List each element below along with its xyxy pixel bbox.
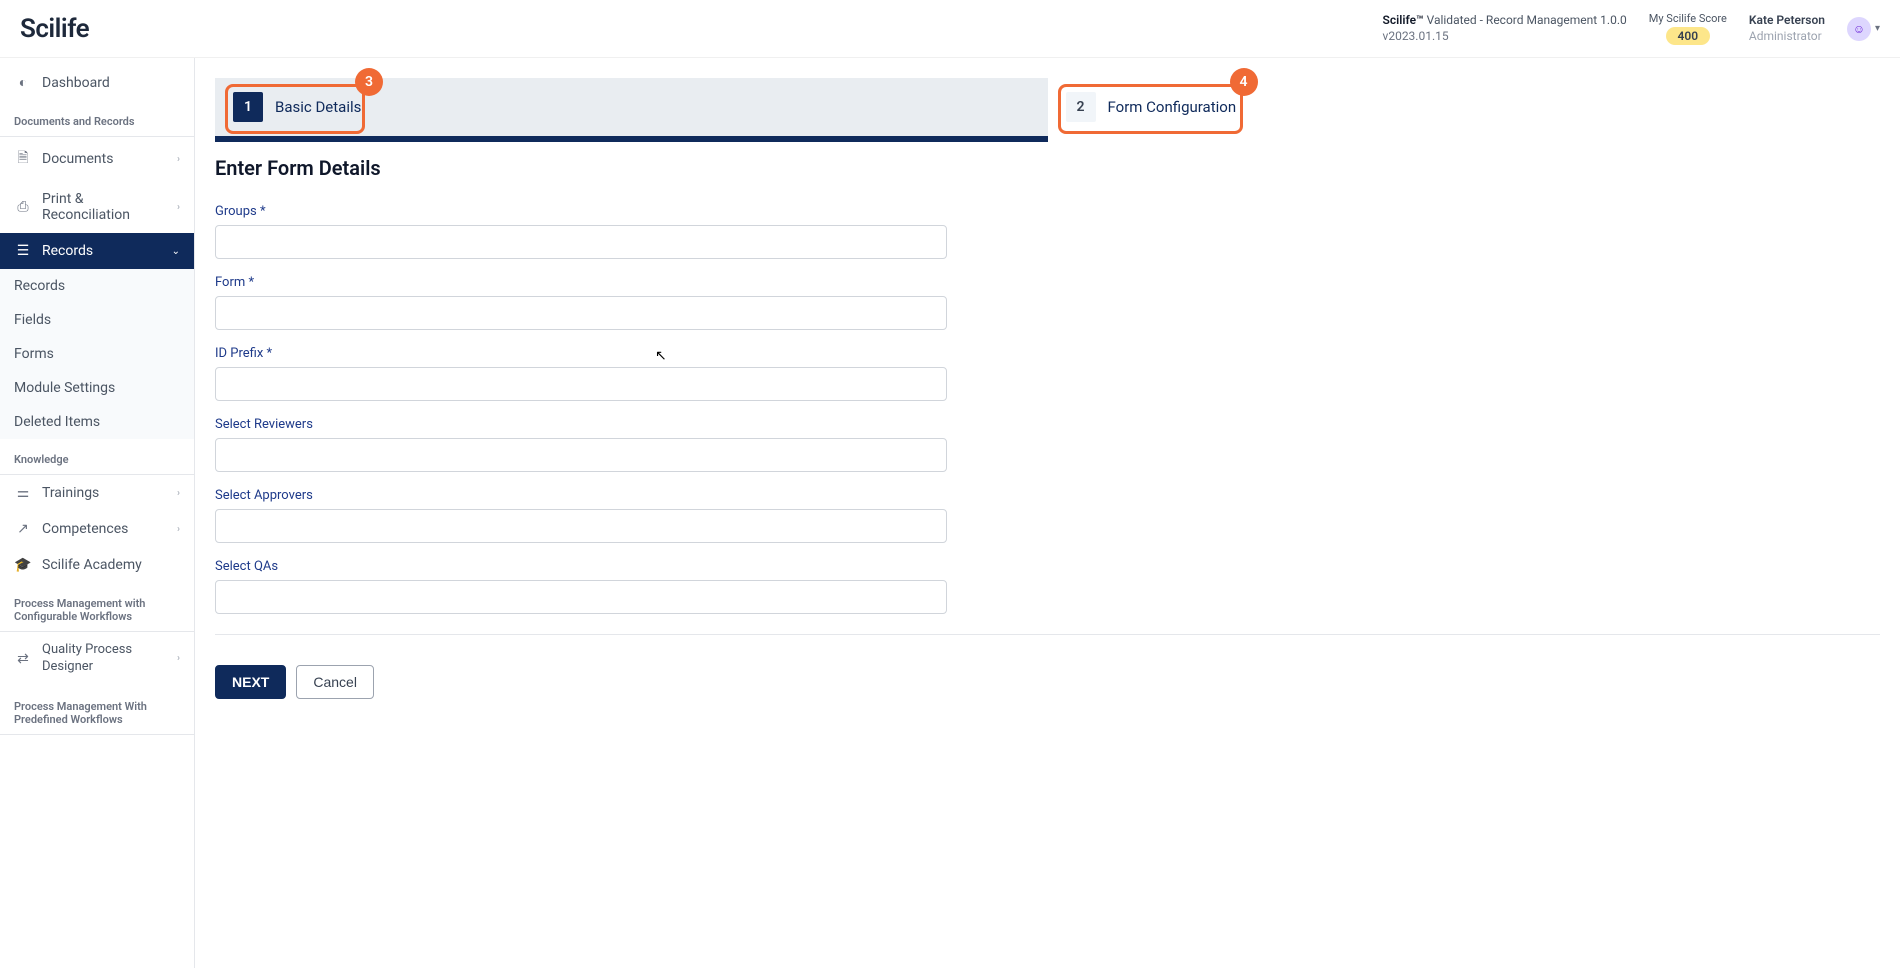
sidebar-item-print-reconciliation[interactable]: ⎙ Print & Reconciliation › [0,181,194,233]
sidebar-group-docs: Documents and Records [0,101,194,136]
header-right: Scilife™ Validated - Record Management 1… [1383,12,1880,45]
form-input[interactable] [215,296,947,330]
step-form-configuration[interactable]: 2 Form Configuration [1048,78,1881,136]
sidebar-item-qpd[interactable]: ⇄ Quality Process Designer › [0,632,194,686]
sidebar-item-label: Competences [42,521,167,537]
cancel-button[interactable]: Cancel [296,665,374,699]
user-name: Kate Peterson [1749,13,1825,29]
chevron-right-icon: › [177,524,180,535]
chevron-down-icon: ▾ [1875,23,1880,34]
step-basic-details[interactable]: 1 Basic Details [215,78,1048,136]
sidebar-item-label: Documents [42,151,167,167]
step-number: 2 [1066,92,1096,122]
list-icon: ☰ [14,243,32,259]
form-label: Form * [215,275,947,290]
chevron-right-icon: › [177,653,180,664]
sidebar-subitem-deleted-items[interactable]: Deleted Items [0,405,194,439]
sidebar-item-label: Trainings [42,485,167,501]
sidebar-group-pm-predef: Process Management With Predefined Workf… [0,686,194,734]
chevron-right-icon: › [177,202,180,213]
main-content: 1 Basic Details 2 Form Configuration 3 4… [195,58,1900,968]
score-label: My Scilife Score [1649,12,1727,25]
academy-icon: 🎓 [14,557,32,573]
step-number: 1 [233,92,263,122]
sidebar-group-pm-config: Process Management with Configurable Wor… [0,583,194,631]
idprefix-input[interactable] [215,367,947,401]
sidebar-item-dashboard[interactable]: ◐ Dashboard [0,64,194,101]
reviewers-input[interactable] [215,438,947,472]
user-role: Administrator [1749,29,1825,45]
chevron-down-icon: ⌄ [172,246,180,257]
idprefix-label: ID Prefix * [215,346,947,361]
sidebar-item-records[interactable]: ☰ Records ⌄ [0,233,194,269]
product-info: Scilife™ Validated - Record Management 1… [1383,13,1627,44]
sidebar-subitem-records[interactable]: Records [0,269,194,303]
qas-input[interactable] [215,580,947,614]
sidebar-item-label: Scilife Academy [42,557,180,573]
document-icon: 🗎 [14,147,32,171]
chevron-right-icon: › [177,154,180,165]
sidebar-item-academy[interactable]: 🎓 Scilife Academy [0,547,194,583]
callout-badge-4: 4 [1230,68,1258,96]
top-header: Scilife Scilife™ Validated - Record Mana… [0,0,1900,58]
next-button[interactable]: NEXT [215,665,286,699]
page-title: Enter Form Details [215,156,1880,180]
user-menu[interactable]: ☺ ▾ [1847,17,1880,41]
sidebar-item-trainings[interactable]: ⚌ Trainings › [0,475,194,511]
sidebar-group-knowledge: Knowledge [0,439,194,474]
arrow-up-icon: ↗ [14,521,32,537]
sidebar-subitem-fields[interactable]: Fields [0,303,194,337]
sidebar-item-label: Print & Reconciliation [42,191,167,223]
divider [215,634,1880,635]
app-logo[interactable]: Scilife [20,14,89,44]
groups-input[interactable] [215,225,947,259]
user-block: Kate Peterson Administrator [1749,13,1825,44]
sidebar-item-documents[interactable]: 🗎 Documents › [0,137,194,181]
product-name: Scilife™ [1383,13,1424,27]
step-label: Basic Details [275,98,361,116]
product-desc: Validated - Record Management 1.0.0 [1424,13,1627,27]
sidebar-item-competences[interactable]: ↗ Competences › [0,511,194,547]
avatar-icon: ☺ [1847,17,1871,41]
flow-icon: ⇄ [14,651,32,667]
callout-badge-3: 3 [355,68,383,96]
printer-icon: ⎙ [14,199,32,215]
step-label: Form Configuration [1108,98,1237,116]
score-block: My Scilife Score 400 [1649,12,1727,45]
divider [0,734,194,735]
score-badge: 400 [1666,27,1711,45]
form-section: Groups * Form * ID Prefix * Select Revie… [215,204,947,614]
sidebar-item-label: Records [42,243,162,259]
qas-label: Select QAs [215,559,947,574]
approvers-label: Select Approvers [215,488,947,503]
chevron-right-icon: › [177,488,180,499]
gauge-icon: ◐ [14,74,32,91]
reviewers-label: Select Reviewers [215,417,947,432]
sidebar-item-label: Quality Process Designer [42,642,167,676]
sidebar-subitem-forms[interactable]: Forms [0,337,194,371]
product-version: v2023.01.15 [1383,29,1627,45]
dumbbell-icon: ⚌ [14,485,32,501]
sidebar: ◐ Dashboard Documents and Records 🗎 Docu… [0,58,195,968]
approvers-input[interactable] [215,509,947,543]
stepper: 1 Basic Details 2 Form Configuration 3 4 [215,78,1880,136]
groups-label: Groups * [215,204,947,219]
sidebar-item-label: Dashboard [42,75,180,91]
sidebar-subitem-module-settings[interactable]: Module Settings [0,371,194,405]
form-actions: NEXT Cancel [215,665,1880,699]
